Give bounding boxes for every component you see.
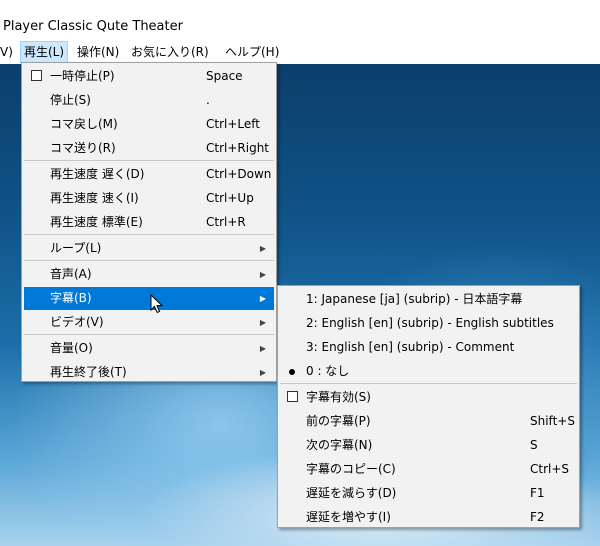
subtitle-track-2[interactable]: 2: English [en] (subrip) - English subti…: [280, 312, 577, 335]
menu-item-copy-subtitle[interactable]: 字幕のコピー(C) Ctrl+S: [280, 458, 577, 481]
menu-separator: [24, 234, 274, 235]
submenu-arrow-icon: ▶: [259, 344, 266, 353]
submenu-arrow-icon: ▶: [259, 270, 266, 279]
submenu-arrow-icon: ▶: [259, 318, 266, 327]
menu-item-label: 前の字幕(P): [306, 414, 371, 428]
menu-item-label: コマ戻し(M): [50, 117, 118, 131]
menu-item-label: ループ(L): [50, 241, 102, 255]
menu-item-shortcut: Ctrl+Right: [206, 141, 270, 155]
submenu-arrow-icon: ▶: [259, 294, 266, 303]
menu-item-label: 再生速度 遅く(D): [50, 167, 145, 181]
menu-item-shortcut: Ctrl+Left: [206, 117, 260, 131]
menu-item-shortcut: Ctrl+R: [206, 215, 246, 229]
subtitle-track-3[interactable]: 3: English [en] (subrip) - Comment: [280, 336, 577, 359]
menu-item-label: 再生速度 速く(I): [50, 191, 139, 205]
window-title: Player Classic Qute Theater: [3, 19, 183, 34]
menu-item-label: 遅延を減らす(D): [306, 486, 397, 500]
menu-item-label: 3: English [en] (subrip) - Comment: [306, 340, 515, 354]
menu-item-label: コマ送り(R): [50, 141, 116, 155]
play-menu: 一時停止(P) Space 停止(S) . コマ戻し(M) Ctrl+Left …: [21, 62, 277, 382]
menu-favorites[interactable]: お気に入り(R): [127, 42, 213, 62]
checkbox-icon: [31, 70, 42, 81]
menu-item-speed-slower[interactable]: 再生速度 遅く(D) Ctrl+Down: [24, 163, 274, 186]
menu-item-prev-subtitle[interactable]: 前の字幕(P) Shift+S: [280, 410, 577, 433]
menu-item-label: 一時停止(P): [50, 69, 115, 83]
menu-item-speed-normal[interactable]: 再生速度 標準(E) Ctrl+R: [24, 211, 274, 234]
menu-bar: V) 再生(L) 操作(N) お気に入り(R) ヘルプ(H): [0, 40, 600, 64]
menu-item-shortcut: Ctrl+S: [530, 462, 570, 476]
menu-item-label: 1: Japanese [ja] (subrip) - 日本語字幕: [306, 292, 523, 306]
menu-separator: [280, 383, 577, 384]
submenu-arrow-icon: ▶: [259, 244, 266, 253]
menu-item-shortcut: S: [530, 438, 538, 452]
menu-item-shortcut: F2: [530, 510, 545, 524]
menu-item-volume[interactable]: 音量(O) ▶: [24, 337, 274, 360]
menu-item-decrease-delay[interactable]: 遅延を減らす(D) F1: [280, 482, 577, 505]
menu-item-label: 音声(A): [50, 267, 92, 281]
menu-separator: [24, 160, 274, 161]
menu-separator: [24, 260, 274, 261]
subtitle-track-none[interactable]: 0 : なし: [280, 360, 577, 383]
menu-separator: [24, 334, 274, 335]
submenu-arrow-icon: ▶: [259, 368, 266, 377]
menu-item-shortcut: Space: [206, 69, 243, 83]
menu-item-shortcut: F1: [530, 486, 545, 500]
menu-item-label: 再生終了後(T): [50, 365, 127, 379]
menu-item-loop[interactable]: ループ(L) ▶: [24, 237, 274, 260]
checkbox-icon: [287, 391, 298, 402]
menu-view[interactable]: V): [0, 42, 17, 62]
menu-item-shortcut: Ctrl+Up: [206, 191, 254, 205]
menu-item-shortcut: Shift+S: [530, 414, 575, 428]
subtitle-track-1[interactable]: 1: Japanese [ja] (subrip) - 日本語字幕: [280, 288, 577, 311]
menu-item-shortcut: Ctrl+Down: [206, 167, 272, 181]
menu-item-label: 字幕(B): [50, 291, 92, 305]
menu-item-audio[interactable]: 音声(A) ▶: [24, 263, 274, 286]
menu-item-label: 字幕のコピー(C): [306, 462, 396, 476]
menu-item-label: 字幕有効(S): [306, 390, 371, 404]
menu-item-subtitles[interactable]: 字幕(B) ▶: [24, 287, 274, 310]
radio-selected-icon: [289, 369, 295, 375]
menu-item-label: ビデオ(V): [50, 315, 104, 329]
menu-help[interactable]: ヘルプ(H): [221, 42, 283, 62]
menu-item-speed-faster[interactable]: 再生速度 速く(I) Ctrl+Up: [24, 187, 274, 210]
mouse-cursor-icon: [150, 294, 164, 314]
menu-item-pause[interactable]: 一時停止(P) Space: [24, 65, 274, 88]
menu-item-label: 0 : なし: [306, 364, 350, 378]
menu-item-increase-delay[interactable]: 遅延を増やす(I) F2: [280, 506, 577, 529]
menu-navigate[interactable]: 操作(N): [73, 42, 123, 62]
subtitle-submenu: 1: Japanese [ja] (subrip) - 日本語字幕 2: Eng…: [277, 285, 580, 528]
menu-item-label: 音量(O): [50, 341, 93, 355]
menu-play[interactable]: 再生(L): [20, 41, 69, 63]
menu-item-video[interactable]: ビデオ(V) ▶: [24, 311, 274, 334]
menu-item-frame-back[interactable]: コマ戻し(M) Ctrl+Left: [24, 113, 274, 136]
menu-item-label: 2: English [en] (subrip) - English subti…: [306, 316, 554, 330]
menu-item-label: 次の字幕(N): [306, 438, 373, 452]
menu-item-shortcut: .: [206, 93, 210, 107]
menu-item-next-subtitle[interactable]: 次の字幕(N) S: [280, 434, 577, 457]
menu-item-after-playback[interactable]: 再生終了後(T) ▶: [24, 361, 274, 384]
menu-item-label: 再生速度 標準(E): [50, 215, 143, 229]
menu-item-label: 遅延を増やす(I): [306, 510, 391, 524]
menu-item-stop[interactable]: 停止(S) .: [24, 89, 274, 112]
menu-item-label: 停止(S): [50, 93, 91, 107]
title-bar: Player Classic Qute Theater: [0, 0, 600, 40]
menu-item-subtitles-enabled[interactable]: 字幕有効(S): [280, 386, 577, 409]
menu-item-frame-forward[interactable]: コマ送り(R) Ctrl+Right: [24, 137, 274, 160]
